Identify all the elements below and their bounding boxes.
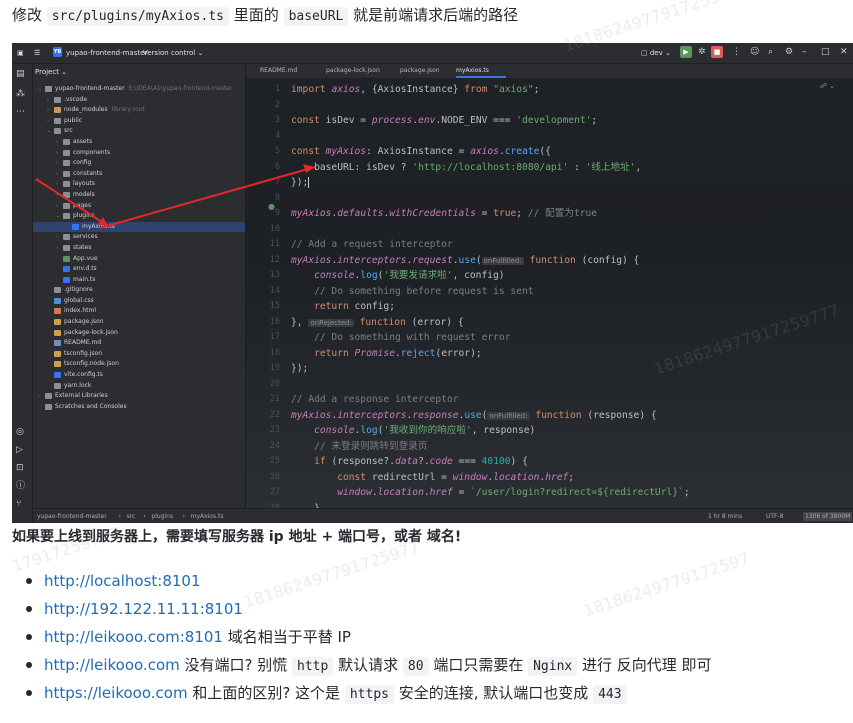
- list-text: 默认请求: [333, 656, 403, 674]
- watermark-text: 18186249779172597: [581, 548, 752, 621]
- list-item-body: http://localhost:8101: [44, 570, 201, 592]
- url-link[interactable]: http://localhost:8101: [44, 572, 201, 590]
- ide-screenshot: ▣ ☰ YB yupao-frontend-master Version con…: [12, 43, 853, 523]
- inline-code: https: [344, 685, 394, 704]
- watermark-text: 181862497791725977: [241, 537, 422, 612]
- inline-code: 80: [402, 657, 429, 676]
- intro-middle: 里面的: [233, 6, 279, 24]
- list-text: 和上面的区别? 这个是: [187, 684, 345, 702]
- inline-code: 443: [593, 685, 627, 704]
- url-link[interactable]: http://leikooo.com: [44, 656, 180, 674]
- list-text: 安全的连接, 默认端口也变成: [393, 684, 594, 702]
- red-arrow-to-baseurl: [99, 166, 316, 229]
- intro-suffix: 就是前端请求后端的路径: [353, 6, 519, 24]
- list-text: 没有端口? 别慌: [179, 656, 293, 674]
- bullet-dot: [26, 662, 32, 668]
- bullet-dot: [26, 578, 32, 584]
- baseurl-code: baseURL: [283, 7, 349, 26]
- url-link[interactable]: https://leikooo.com: [44, 684, 188, 702]
- list-item-body: http://leikooo.com 没有端口? 别慌 http 默认请求 80…: [44, 654, 712, 678]
- list-text: 域名相当于平替 IP: [222, 628, 351, 646]
- intro-line: 修改 src/plugins/myAxios.ts 里面的 baseURL 就是…: [12, 5, 518, 27]
- list-text: 端口只需要在: [428, 656, 529, 674]
- inline-code: Nginx: [528, 657, 578, 676]
- intro-prefix: 修改: [12, 6, 43, 24]
- inline-code: http: [292, 657, 334, 676]
- red-arrow-to-file: [35, 178, 109, 227]
- list-item-body: http://leikooo.com:8101 域名相当于平替 IP: [44, 626, 351, 648]
- bullet-dot: [26, 606, 32, 612]
- list-item-body: http://192.122.11.11:8101: [44, 598, 243, 620]
- file-path-code: src/plugins/myAxios.ts: [46, 7, 229, 26]
- list-text: 进行 反向代理 即可: [577, 656, 712, 674]
- url-link[interactable]: http://leikooo.com:8101: [44, 628, 223, 646]
- bullet-dot: [26, 634, 32, 640]
- list-item-body: https://leikooo.com 和上面的区别? 这个是 https 安全…: [44, 682, 627, 706]
- url-link[interactable]: http://192.122.11.11:8101: [44, 600, 243, 618]
- annotation-arrows: [35, 164, 316, 229]
- bullet-dot: [26, 690, 32, 696]
